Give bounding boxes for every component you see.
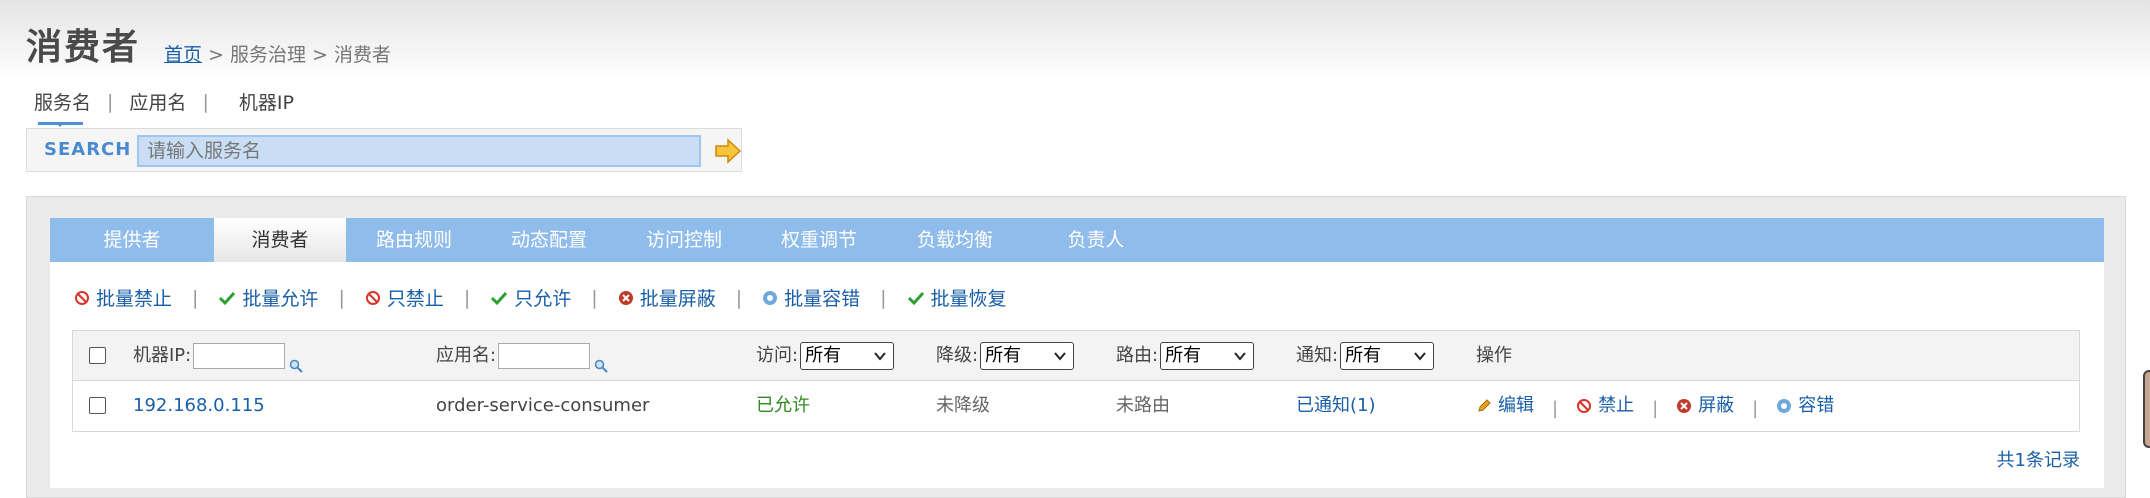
search-input[interactable] <box>137 135 701 167</box>
total-records: 共1条记录 <box>1996 450 2080 471</box>
block-button[interactable]: 屏蔽 <box>1676 381 1734 431</box>
header-route-label: 路由: <box>1116 345 1159 366</box>
arrow-right-icon[interactable] <box>713 137 743 165</box>
forbid-icon <box>365 290 381 306</box>
row-notify-link[interactable]: 已通知(1) <box>1296 381 1376 431</box>
action-label: 批量屏蔽 <box>639 288 716 310</box>
action-label: 批量容错 <box>784 288 861 310</box>
row-degrade-status: 未降级 <box>936 395 990 416</box>
search-tab-ip[interactable]: 机器IP <box>239 88 294 115</box>
access-filter-select[interactable]: 所有 <box>800 342 895 370</box>
main-nav: 提供者 消费者 路由规则 动态配置 访问控制 权重调节 负载均衡 负责人 <box>50 218 2104 262</box>
header-app-label: 应用名: <box>436 345 497 366</box>
fault-tolerant-button[interactable]: 容错 <box>1776 381 1834 431</box>
nav-tab-load-balance[interactable]: 负载均衡 <box>886 218 1024 262</box>
nav-tab-access-control[interactable]: 访问控制 <box>616 218 752 262</box>
table-header-row: 机器IP: 应用名: 访问: 所有 降级: 所有 路由: 所有 通知: 所有 操作 <box>73 331 2079 381</box>
edit-button[interactable]: 编辑 <box>1476 381 1534 431</box>
action-label: 批量恢复 <box>930 288 1007 310</box>
nav-tab-providers[interactable]: 提供者 <box>50 218 214 262</box>
breadcrumb: 首页 > 服务治理 > 消费者 <box>164 40 391 67</box>
gear-icon <box>762 290 778 306</box>
row-checkbox[interactable] <box>89 397 106 414</box>
chevron-down-icon <box>1234 352 1246 361</box>
check-icon <box>907 290 925 306</box>
consumer-table: 机器IP: 应用名: 访问: 所有 降级: 所有 路由: 所有 通知: 所有 操作 19… <box>72 330 2080 432</box>
batch-actions: 批量禁止 | 批量允许 | 只禁止 | 只允许 | 批量屏蔽 | 批量容错 | … <box>74 284 1007 311</box>
header-ops-label: 操作 <box>1476 345 1512 366</box>
search-tab-app[interactable]: 应用名 <box>129 88 186 115</box>
table-row: 192.168.0.115 order-service-consumer 已允许… <box>73 381 2079 431</box>
batch-allow-button[interactable]: 批量允许 <box>218 284 318 311</box>
action-label: 批量禁止 <box>96 288 173 310</box>
action-label: 只允许 <box>514 288 572 310</box>
row-route-status: 未路由 <box>1116 395 1170 416</box>
nav-tab-routes[interactable]: 路由规则 <box>346 218 482 262</box>
header-notify-label: 通知: <box>1296 345 1339 366</box>
nav-tab-weight[interactable]: 权重调节 <box>752 218 886 262</box>
search-label: SEARCH <box>44 139 132 160</box>
block-icon <box>1676 398 1692 414</box>
breadcrumb-rest: > 服务治理 > 消费者 <box>202 44 392 66</box>
tab-divider: | <box>202 90 209 113</box>
batch-restore-button[interactable]: 批量恢复 <box>907 284 1007 311</box>
route-filter-select[interactable]: 所有 <box>1160 342 1255 370</box>
search-box: SEARCH <box>26 128 742 172</box>
chevron-down-icon <box>1414 352 1426 361</box>
degrade-filter-select[interactable]: 所有 <box>980 342 1075 370</box>
nav-tab-owners[interactable]: 负责人 <box>1024 218 1168 262</box>
check-icon <box>218 290 236 306</box>
ip-filter-input[interactable] <box>193 343 286 369</box>
batch-block-button[interactable]: 批量屏蔽 <box>618 284 716 311</box>
batch-fault-tolerant-button[interactable]: 批量容错 <box>762 284 860 311</box>
chevron-down-icon <box>874 352 886 361</box>
check-icon <box>490 290 508 306</box>
chevron-down-icon <box>1054 352 1066 361</box>
action-label: 批量允许 <box>242 288 319 310</box>
row-access-status: 已允许 <box>756 395 810 416</box>
nav-tab-dynamic-config[interactable]: 动态配置 <box>482 218 616 262</box>
header-access-label: 访问: <box>756 345 799 366</box>
header-degrade-label: 降级: <box>936 345 979 366</box>
pencil-icon <box>1476 398 1492 414</box>
action-label: 只禁止 <box>386 288 444 310</box>
tab-divider: | <box>107 90 114 113</box>
notify-filter-select[interactable]: 所有 <box>1340 342 1435 370</box>
batch-forbid-button[interactable]: 批量禁止 <box>74 284 172 311</box>
nav-tab-consumers[interactable]: 消费者 <box>214 218 346 262</box>
forbid-icon <box>1576 398 1592 414</box>
row-ip-link[interactable]: 192.168.0.115 <box>133 381 265 431</box>
only-forbid-button[interactable]: 只禁止 <box>365 284 444 311</box>
scroll-handle[interactable] <box>2143 370 2150 448</box>
forbid-button[interactable]: 禁止 <box>1576 381 1634 431</box>
app-filter-input[interactable] <box>498 343 591 369</box>
forbid-icon <box>74 290 90 306</box>
row-operations: 编辑 | 禁止 | 屏蔽 | 容错 <box>1476 381 1834 431</box>
breadcrumb-home-link[interactable]: 首页 <box>164 44 202 66</box>
page-title: 消费者 <box>26 27 141 68</box>
header-ip-label: 机器IP: <box>133 345 192 366</box>
search-type-tabs: 服务名 | 应用名 | 机器IP <box>34 88 294 127</box>
block-icon <box>618 290 634 306</box>
only-allow-button[interactable]: 只允许 <box>490 284 571 311</box>
select-all-checkbox[interactable] <box>89 347 106 364</box>
gear-icon <box>1776 398 1792 414</box>
search-tab-service[interactable]: 服务名 <box>34 88 91 127</box>
row-app-name: order-service-consumer <box>436 395 650 416</box>
